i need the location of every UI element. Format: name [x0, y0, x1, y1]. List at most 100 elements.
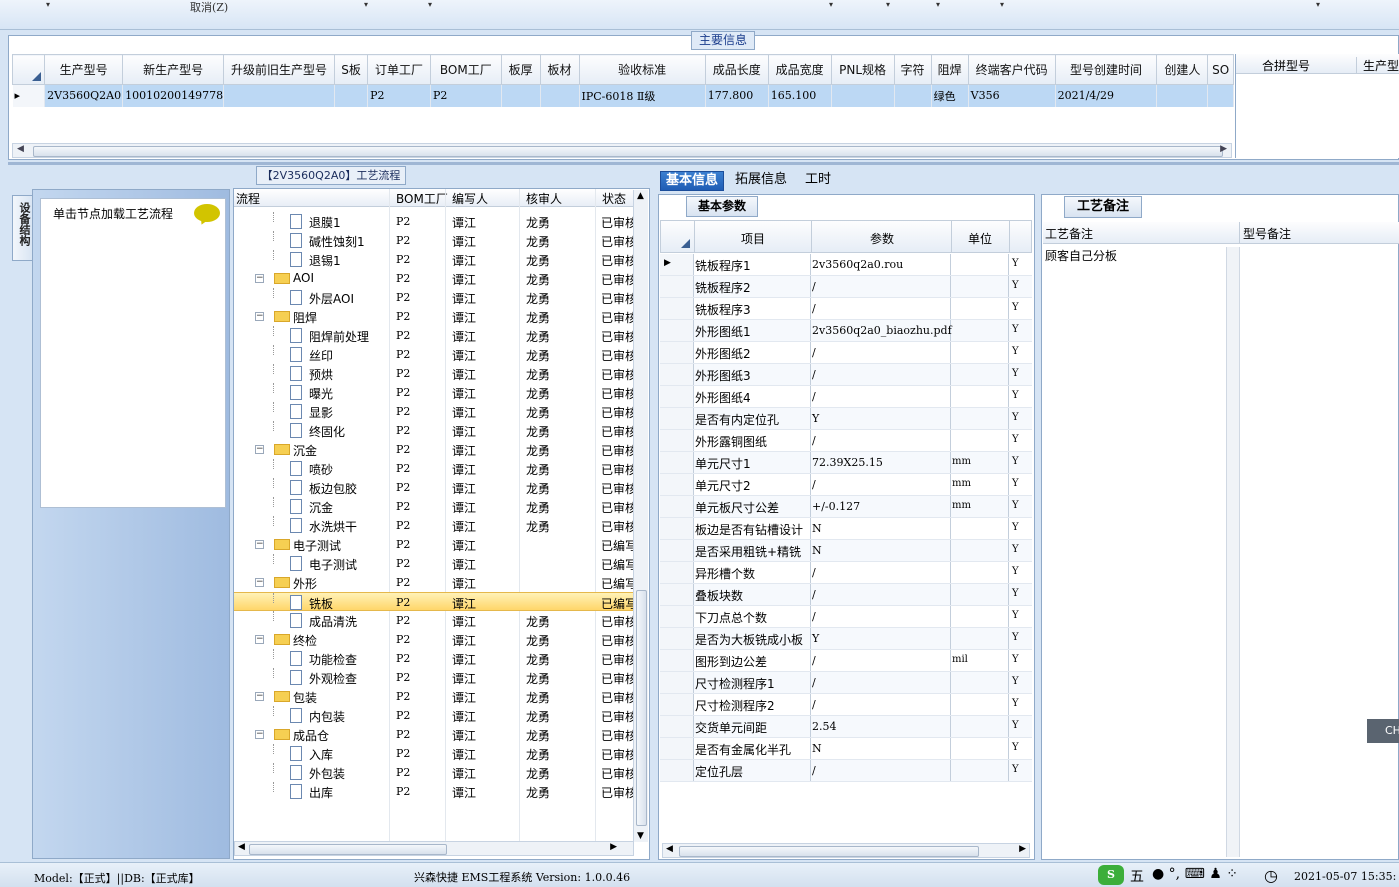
row-header[interactable]: [660, 562, 694, 583]
merge-grid[interactable]: 合拼型号 生产型: [1235, 54, 1399, 158]
cell[interactable]: 2V3560Q2A0: [44, 84, 124, 107]
col-header[interactable]: 工艺备注: [1045, 225, 1093, 242]
tree-folder-row[interactable]: − 外形 P2 谭江 已编写: [234, 573, 634, 592]
cell[interactable]: [831, 84, 895, 107]
scroll-up-icon[interactable]: ▲: [637, 191, 644, 201]
cell[interactable]: [501, 84, 541, 107]
param-value[interactable]: 2v3560q2a0.rou: [812, 258, 903, 271]
col-header[interactable]: SO: [1207, 54, 1234, 85]
tree-item-row[interactable]: 外包装 P2 谭江 龙勇 已审核: [234, 763, 634, 782]
col-header[interactable]: 终端客户代码: [967, 54, 1056, 85]
col-header[interactable]: BOM工厂: [396, 190, 448, 207]
param-row[interactable]: 定位孔层 / Y: [660, 760, 1032, 782]
table-row[interactable]: ▸ 2V3560Q2A0 10010200149778 P2 P2 IPC-60…: [12, 84, 1234, 107]
tree-item-row[interactable]: 沉金 P2 谭江 龙勇 已审核: [234, 497, 634, 516]
ime-tray-icons[interactable]: ● °, ⌨ ♟ ⁘: [1152, 866, 1238, 882]
dropdown-arrow-icon[interactable]: ▾: [1316, 0, 1320, 9]
tree-folder-row[interactable]: − 阻焊 P2 谭江 龙勇 已审核: [234, 307, 634, 326]
col-header[interactable]: 参数: [870, 230, 894, 247]
param-row[interactable]: 是否采用粗铣+精铣 N Y: [660, 540, 1032, 562]
cell[interactable]: [334, 84, 369, 107]
scroll-thumb[interactable]: [249, 844, 447, 855]
param-flag[interactable]: Y: [1012, 720, 1019, 731]
row-header[interactable]: [660, 298, 694, 319]
cell[interactable]: [894, 84, 932, 107]
col-header[interactable]: 验收标准: [578, 54, 706, 85]
param-row[interactable]: 图形到边公差 / mil Y: [660, 650, 1032, 672]
cell[interactable]: 165.100: [768, 84, 832, 107]
param-flag[interactable]: Y: [1012, 258, 1019, 269]
collapse-icon[interactable]: −: [255, 730, 264, 739]
dropdown-arrow-icon[interactable]: ▾: [1000, 0, 1004, 9]
param-row[interactable]: 是否有内定位孔 Y Y: [660, 408, 1032, 430]
col-header[interactable]: 升级前旧生产型号: [223, 54, 336, 85]
param-flag[interactable]: Y: [1012, 456, 1019, 467]
row-header[interactable]: [660, 320, 694, 341]
row-header[interactable]: [660, 694, 694, 715]
ime-mode-label[interactable]: 五: [1130, 866, 1144, 886]
col-header[interactable]: 流程: [236, 190, 260, 207]
param-row[interactable]: 叠板块数 / Y: [660, 584, 1032, 606]
param-row[interactable]: 是否有金属化半孔 N Y: [660, 738, 1032, 760]
dropdown-arrow-icon[interactable]: ▾: [829, 0, 833, 9]
row-header[interactable]: [660, 386, 694, 407]
param-row[interactable]: 下刀点总个数 / Y: [660, 606, 1032, 628]
tree-item-row[interactable]: 显影 P2 谭江 龙勇 已审核: [234, 402, 634, 421]
tree-folder-row[interactable]: − 成品仓 P2 谭江 龙勇 已审核: [234, 725, 634, 744]
tree-item-row[interactable]: 成品清洗 P2 谭江 龙勇 已审核: [234, 611, 634, 630]
tree-item-row[interactable]: 喷砂 P2 谭江 龙勇 已审核: [234, 459, 634, 478]
param-flag[interactable]: Y: [1012, 632, 1019, 643]
tree-item-row[interactable]: 出库 P2 谭江 龙勇 已审核: [234, 782, 634, 801]
param-value[interactable]: /: [812, 478, 816, 491]
param-unit[interactable]: mm: [952, 500, 971, 511]
param-flag[interactable]: Y: [1012, 280, 1019, 291]
tree-item-row[interactable]: 内包装 P2 谭江 龙勇 已审核: [234, 706, 634, 725]
param-value[interactable]: /: [812, 434, 816, 447]
col-header[interactable]: 状态: [602, 190, 626, 207]
flow-vscrollbar[interactable]: ▲ ▼: [633, 190, 648, 842]
dropdown-arrow-icon[interactable]: ▾: [428, 0, 432, 9]
row-header[interactable]: [660, 716, 694, 737]
param-value[interactable]: /: [812, 588, 816, 601]
param-flag[interactable]: Y: [1012, 500, 1019, 511]
scroll-right-icon[interactable]: ▶: [1220, 144, 1227, 154]
collapse-icon[interactable]: −: [255, 635, 264, 644]
side-tab-equipment[interactable]: 设备结构: [12, 195, 32, 261]
col-header[interactable]: 型号创建时间: [1054, 54, 1158, 85]
tree-item-row[interactable]: 外层AOI P2 谭江 龙勇 已审核: [234, 288, 634, 307]
collapse-icon[interactable]: −: [255, 540, 264, 549]
col-header[interactable]: 板材: [539, 54, 580, 85]
tab-extended-info[interactable]: 拓展信息: [730, 171, 792, 191]
param-row[interactable]: 铣板程序2 / Y: [660, 276, 1032, 298]
param-value[interactable]: N: [812, 742, 822, 755]
row-header[interactable]: [660, 738, 694, 759]
tree-item-row[interactable]: 入库 P2 谭江 龙勇 已审核: [234, 744, 634, 763]
tree-item-row[interactable]: 曝光 P2 谭江 龙勇 已审核: [234, 383, 634, 402]
param-value[interactable]: /: [812, 390, 816, 403]
flow-hscrollbar[interactable]: ◀ ▶: [234, 841, 634, 856]
param-flag[interactable]: Y: [1012, 544, 1019, 555]
process-memo-text[interactable]: 顾客自己分板: [1045, 247, 1117, 264]
row-header[interactable]: [660, 364, 694, 385]
cell[interactable]: 177.800: [705, 84, 769, 107]
col-header[interactable]: 生产型号: [44, 54, 124, 85]
param-flag[interactable]: Y: [1012, 368, 1019, 379]
param-unit[interactable]: mm: [952, 456, 971, 467]
col-header[interactable]: 订单工厂: [367, 54, 431, 85]
param-value[interactable]: /: [812, 698, 816, 711]
col-header[interactable]: 核审人: [526, 190, 562, 207]
collapse-icon[interactable]: −: [255, 312, 264, 321]
row-header[interactable]: [660, 650, 694, 671]
param-row[interactable]: 单元尺寸1 72.39X25.15 mm Y: [660, 452, 1032, 474]
tree-item-row[interactable]: 终固化 P2 谭江 龙勇 已审核: [234, 421, 634, 440]
tab-basic-params[interactable]: 基本参数: [686, 196, 758, 217]
dropdown-arrow-icon[interactable]: ▾: [46, 0, 50, 9]
tab-process-memo[interactable]: 工艺备注: [1064, 196, 1142, 218]
tree-item-row[interactable]: 丝印 P2 谭江 龙勇 已审核: [234, 345, 634, 364]
col-header[interactable]: 板厚: [500, 54, 541, 85]
main-info-grid[interactable]: 生产型号 新生产型号 升级前旧生产型号 S板 订单工厂 BOM工厂 板厚 板材 …: [12, 54, 1234, 144]
tree-item-row[interactable]: 退膜1 P2 谭江 龙勇 已审核: [234, 212, 634, 231]
param-flag[interactable]: Y: [1012, 522, 1019, 533]
scroll-thumb[interactable]: [636, 590, 647, 826]
param-value[interactable]: /: [812, 764, 816, 777]
